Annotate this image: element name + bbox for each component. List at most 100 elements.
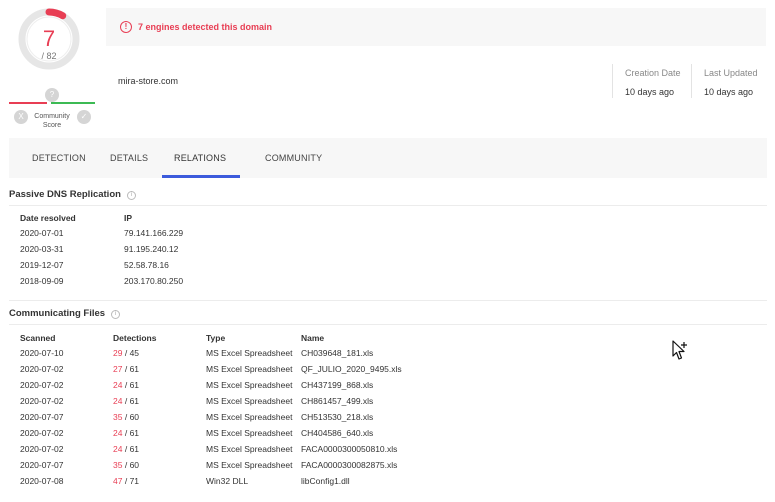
detections-total: / 61 (124, 428, 140, 438)
scanned-date: 2020-07-02 (20, 428, 64, 438)
column-header: Scanned (20, 333, 56, 343)
file-type: MS Excel Spreadsheet (206, 364, 293, 374)
column-header: IP (124, 213, 133, 223)
detections-ratio: 24 / 61 (113, 377, 206, 393)
section-divider (9, 205, 767, 206)
communicating-files-title: Communicating Files i (9, 308, 121, 319)
detections-positive: 24 (113, 396, 123, 406)
community-bar-malicious (9, 102, 47, 104)
date-resolved: 2019-12-07 (20, 260, 64, 270)
date-resolved: 2020-03-31 (20, 244, 64, 254)
column-header: Name (301, 333, 325, 343)
tab-details[interactable]: DETAILS (110, 153, 148, 163)
detection-count: 7 (42, 26, 56, 51)
column-header: Date resolved (20, 213, 76, 223)
detections-positive: 35 (113, 460, 123, 470)
ip-address-link[interactable]: 91.195.240.12 (124, 241, 274, 257)
detections-ratio: 24 / 61 (113, 393, 206, 409)
detections-total: / 60 (124, 460, 140, 470)
scanned-date: 2020-07-02 (20, 380, 64, 390)
table-row[interactable]: 2020-07-10 29 / 45 MS Excel Spreadsheet CH0… (20, 345, 451, 361)
passive-dns-table: Date resolved IP 2020-07-01 79.141.166.2… (20, 211, 274, 289)
detections-total: / 71 (124, 476, 140, 486)
table-row[interactable]: 2020-07-08 47 / 71 Win32 DLL libConfig1.dll (20, 473, 451, 489)
scanned-date: 2020-07-07 (20, 460, 64, 470)
file-name-link[interactable]: CH437199_868.xls (301, 377, 451, 393)
community-bar-harmless (51, 102, 95, 104)
detections-total: / 60 (124, 412, 140, 422)
date-resolved: 2020-07-01 (20, 228, 64, 238)
detections-ratio: 35 / 60 (113, 457, 206, 473)
community-score-value: ? (45, 88, 59, 102)
table-row[interactable]: 2020-07-02 24 / 61 MS Excel Spreadsheet CH4… (20, 377, 451, 393)
file-type: Win32 DLL (206, 476, 249, 486)
detections-positive: 27 (113, 364, 123, 374)
detections-ratio: 29 / 45 (113, 345, 206, 361)
tab-detection[interactable]: DETECTION (32, 153, 86, 163)
detections-positive: 29 (113, 348, 123, 358)
detections-positive: 24 (113, 444, 123, 454)
table-row[interactable]: 2020-07-02 24 / 61 MS Excel Spreadsheet CH4… (20, 425, 451, 441)
scanned-date: 2020-07-08 (20, 476, 64, 486)
detections-total: / 61 (124, 396, 140, 406)
creation-date: Creation Date 10 days ago (612, 64, 681, 98)
column-header: Type (206, 333, 226, 343)
scanned-date: 2020-07-10 (20, 348, 64, 358)
table-row: 2020-07-01 79.141.166.229 (20, 225, 274, 241)
detections-ratio: 47 / 71 (113, 473, 206, 489)
file-type: MS Excel Spreadsheet (206, 396, 293, 406)
date-resolved: 2018-09-09 (20, 276, 64, 286)
tab-bar: DETECTION DETAILS RELATIONS COMMUNITY (9, 138, 767, 178)
file-type: MS Excel Spreadsheet (206, 380, 293, 390)
ip-address-link[interactable]: 52.58.78.16 (124, 257, 274, 273)
alert-text: 7 engines detected this domain (138, 22, 273, 32)
tab-relations[interactable]: RELATIONS (174, 153, 226, 163)
detection-alert: ! 7 engines detected this domain (106, 8, 766, 46)
detections-total: / 45 (124, 348, 140, 358)
detections-total: / 61 (124, 380, 140, 390)
community-score-label: Community Score (34, 113, 70, 129)
ip-address-link[interactable]: 79.141.166.229 (124, 225, 274, 241)
file-name-link[interactable]: FACA0000300050810.xls (301, 441, 451, 457)
file-type: MS Excel Spreadsheet (206, 412, 293, 422)
tab-community[interactable]: COMMUNITY (265, 153, 322, 163)
detections-ratio: 35 / 60 (113, 409, 206, 425)
detections-ratio: 24 / 61 (113, 441, 206, 457)
vote-malicious-icon[interactable]: X (14, 110, 28, 124)
file-name-link[interactable]: FACA0000300082875.xls (301, 457, 451, 473)
mouse-pointer-icon (672, 340, 687, 360)
table-row[interactable]: 2020-07-02 24 / 61 MS Excel Spreadsheet CH8… (20, 393, 451, 409)
table-row[interactable]: 2020-07-07 35 / 60 MS Excel Spreadsheet FAC… (20, 457, 451, 473)
detections-ratio: 27 / 61 (113, 361, 206, 377)
file-type: MS Excel Spreadsheet (206, 444, 293, 454)
ip-address-link[interactable]: 203.170.80.250 (124, 273, 274, 289)
file-name-link[interactable]: CH861457_499.xls (301, 393, 451, 409)
file-name-link[interactable]: CH513530_218.xls (301, 409, 451, 425)
detections-total: / 61 (124, 364, 140, 374)
last-updated: Last Updated 10 days ago (691, 64, 758, 98)
vote-harmless-icon[interactable]: ✓ (77, 110, 91, 124)
table-row[interactable]: 2020-07-02 24 / 61 MS Excel Spreadsheet FAC… (20, 441, 451, 457)
communicating-files-table: Scanned Detections Type Name 2020-07-10 2… (20, 331, 451, 489)
table-row[interactable]: 2020-07-07 35 / 60 MS Excel Spreadsheet CH5… (20, 409, 451, 425)
table-row[interactable]: 2020-07-02 27 / 61 MS Excel Spreadsheet QF_… (20, 361, 451, 377)
engine-total: / 82 (41, 51, 57, 61)
file-name-link[interactable]: libConfig1.dll (301, 473, 451, 489)
scanned-date: 2020-07-02 (20, 444, 64, 454)
info-circle-icon[interactable]: i (126, 191, 136, 200)
scanned-date: 2020-07-07 (20, 412, 64, 422)
file-name-link[interactable]: QF_JULIO_2020_9495.xls (301, 361, 451, 377)
detections-positive: 24 (113, 380, 123, 390)
active-tab-indicator (162, 175, 240, 178)
section-divider (9, 324, 767, 325)
detections-positive: 24 (113, 428, 123, 438)
detections-positive: 35 (113, 412, 123, 422)
detections-positive: 47 (113, 476, 123, 486)
file-name-link[interactable]: CH039648_181.xls (301, 345, 451, 361)
file-type: MS Excel Spreadsheet (206, 460, 293, 470)
scanned-date: 2020-07-02 (20, 364, 64, 374)
section-divider (9, 300, 767, 301)
info-circle-icon[interactable]: i (111, 310, 121, 319)
table-row: 2018-09-09 203.170.80.250 (20, 273, 274, 289)
file-name-link[interactable]: CH404586_640.xls (301, 425, 451, 441)
